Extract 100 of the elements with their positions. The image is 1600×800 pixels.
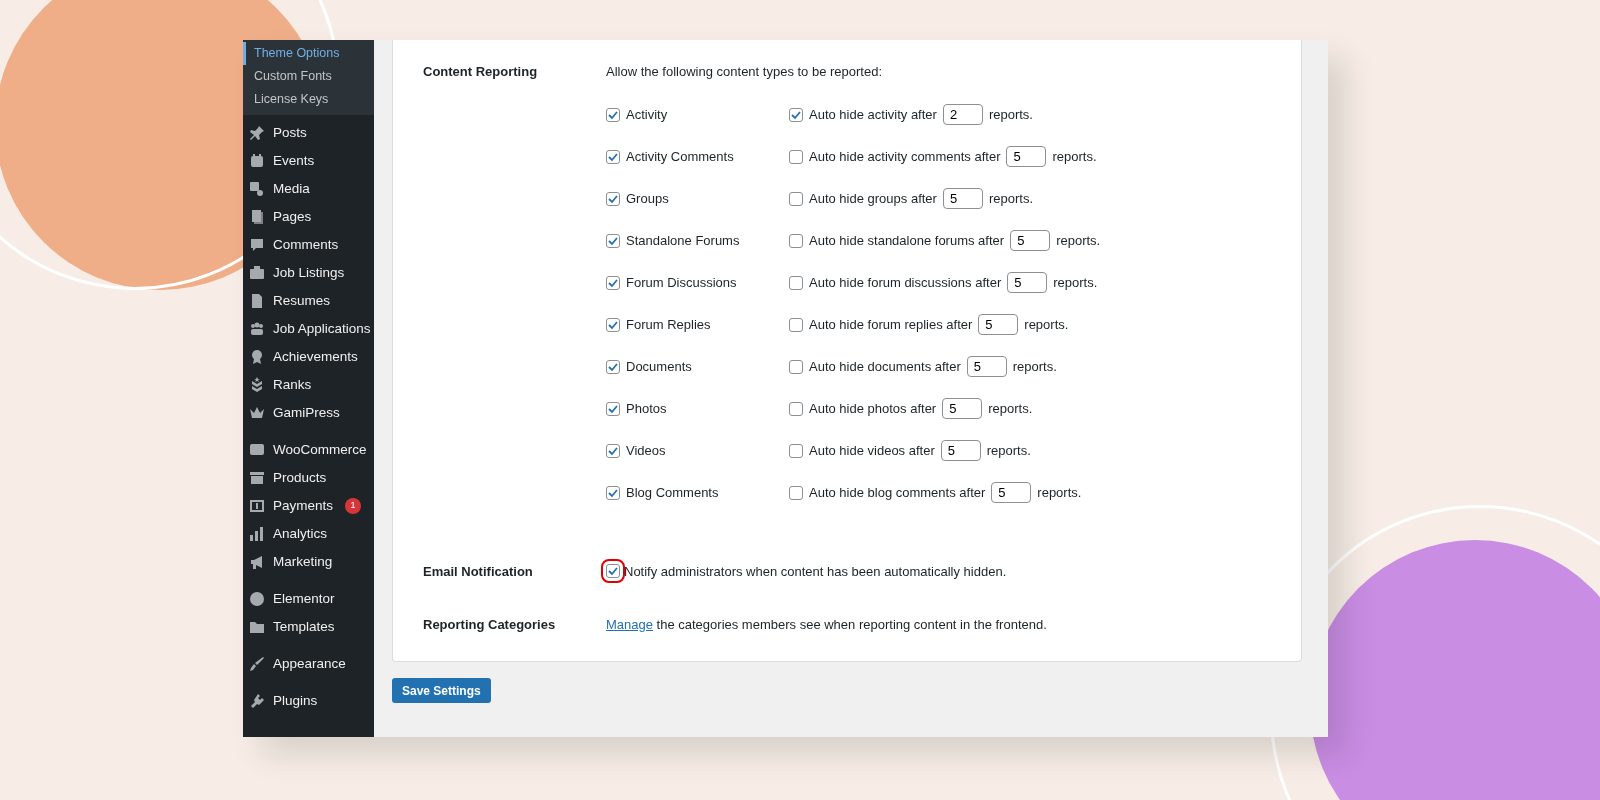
checkbox[interactable]: [606, 485, 620, 500]
option-label: Auto hide forum discussions after: [809, 273, 1002, 292]
sidebar-item[interactable]: Job Listings: [243, 259, 374, 287]
option-label: Auto hide forum replies after: [809, 315, 973, 334]
sidebar-item[interactable]: Resumes: [243, 287, 374, 315]
sidebar-item[interactable]: Templates: [243, 613, 374, 641]
option-label: Forum Replies: [626, 315, 711, 334]
checkbox[interactable]: [789, 233, 803, 248]
option-label: Auto hide activity comments after: [809, 147, 1001, 166]
checkbox[interactable]: [789, 485, 803, 500]
sidebar-item[interactable]: Products: [243, 464, 374, 492]
checkbox[interactable]: [606, 191, 620, 206]
description-text: Manage the categories members see when reporting content in the frontend.: [606, 616, 1047, 634]
checkbox[interactable]: [789, 317, 803, 332]
submenu-item[interactable]: Custom Fonts: [243, 65, 374, 88]
sidebar-item[interactable]: Pages: [243, 203, 374, 231]
number-field[interactable]: 5: [940, 440, 981, 461]
folder-icon: [249, 619, 265, 635]
number-field[interactable]: 5: [1007, 272, 1048, 293]
award-ribbon-icon: [249, 349, 265, 365]
option-label: reports.: [1024, 315, 1069, 334]
section-label: Reporting Categories: [423, 616, 557, 634]
option-label: Forum Discussions: [626, 273, 737, 292]
checkbox[interactable]: [606, 401, 620, 416]
sidebar-item[interactable]: Events: [243, 147, 374, 175]
sidebar-item[interactable]: Media: [243, 175, 374, 203]
option-label: reports.: [1056, 231, 1101, 250]
checkbox[interactable]: [606, 233, 620, 248]
checkbox[interactable]: [606, 317, 620, 332]
sidebar-item[interactable]: Achievements: [243, 343, 374, 371]
checkbox[interactable]: [789, 191, 803, 206]
pages-icon: [249, 209, 265, 225]
checkbox[interactable]: [789, 401, 803, 416]
section-label: Email Notification: [423, 562, 534, 581]
crown-icon: [249, 405, 265, 421]
manage-link[interactable]: Manage: [606, 617, 653, 632]
option-label: Standalone Forums: [626, 231, 740, 250]
sidebar-item[interactable]: Marketing: [243, 548, 374, 576]
checkbox[interactable]: [606, 443, 620, 458]
save-settings-button[interactable]: Save Settings: [392, 677, 491, 703]
number-field[interactable]: 5: [942, 188, 983, 209]
submenu-item[interactable]: License Keys: [243, 88, 374, 111]
option-label: reports.: [1012, 357, 1057, 376]
option-label: Auto hide groups after: [809, 189, 937, 208]
option-label: reports.: [1053, 273, 1098, 292]
option-label: Auto hide standalone forums after: [809, 231, 1005, 250]
checkbox[interactable]: [606, 275, 620, 290]
sidebar-item[interactable]: Plugins: [243, 687, 374, 715]
option-label: reports.: [988, 189, 1033, 208]
section-label: Content Reporting: [423, 63, 539, 81]
sidebar-item[interactable]: GamiPress: [243, 399, 374, 427]
bar-chart-icon: [249, 526, 265, 542]
sidebar-item[interactable]: Appearance: [243, 650, 374, 678]
number-field[interactable]: 5: [966, 356, 1007, 377]
calendar-icon: [249, 153, 265, 169]
number-field[interactable]: 2: [942, 104, 983, 125]
number-field[interactable]: 5: [991, 482, 1032, 503]
plug-icon: [249, 693, 265, 709]
sidebar-item[interactable]: Ranks: [243, 371, 374, 399]
option-label: Auto hide activity after: [809, 105, 937, 124]
megaphone-icon: [249, 554, 265, 570]
paintbrush-icon: [249, 656, 265, 672]
sidebar-item[interactable]: Elementor: [243, 585, 374, 613]
number-field[interactable]: 5: [942, 398, 983, 419]
pushpin-icon: [249, 125, 265, 141]
option-label: Auto hide photos after: [809, 399, 937, 418]
checkbox[interactable]: [789, 107, 803, 122]
option-label: reports.: [988, 105, 1033, 124]
sidebar-item[interactable]: Comments: [243, 231, 374, 259]
option-label: Notify administrators when content has been automatically hidden.: [624, 562, 1007, 581]
submenu-item[interactable]: Theme Options: [243, 42, 374, 65]
option-label: reports.: [1052, 147, 1097, 166]
checkbox[interactable]: [606, 359, 620, 374]
option-label: Auto hide documents after: [809, 357, 961, 376]
checkbox[interactable]: [789, 359, 803, 374]
sidebar-item[interactable]: Analytics: [243, 520, 374, 548]
sidebar-item[interactable]: Payments 1: [243, 492, 374, 520]
checkbox[interactable]: [606, 107, 620, 122]
option-label: Documents: [626, 357, 692, 376]
archive-box-icon: [249, 470, 265, 486]
option-label: Videos: [626, 441, 666, 460]
number-field[interactable]: 5: [978, 314, 1019, 335]
speech-bubble-icon: [249, 237, 265, 253]
number-field[interactable]: 5: [1006, 146, 1047, 167]
checkbox[interactable]: [789, 443, 803, 458]
intro-text: Allow the following content types to be reported:: [606, 63, 884, 81]
sidebar-item[interactable]: Job Applications: [243, 315, 374, 343]
option-label: reports.: [988, 399, 1033, 418]
option-label: reports.: [986, 441, 1031, 460]
checkbox[interactable]: [789, 149, 803, 164]
sidebar-item[interactable]: Posts: [243, 119, 374, 147]
option-label: Photos: [626, 399, 667, 418]
document-icon: [249, 293, 265, 309]
briefcase-icon: [249, 265, 265, 281]
option-label: Activity: [626, 105, 668, 124]
checkbox[interactable]: [789, 275, 803, 290]
sidebar-item[interactable]: WooCommerce: [243, 436, 374, 464]
checkbox[interactable]: [606, 149, 620, 164]
number-field[interactable]: 5: [1010, 230, 1051, 251]
option-label: reports.: [1037, 483, 1082, 502]
